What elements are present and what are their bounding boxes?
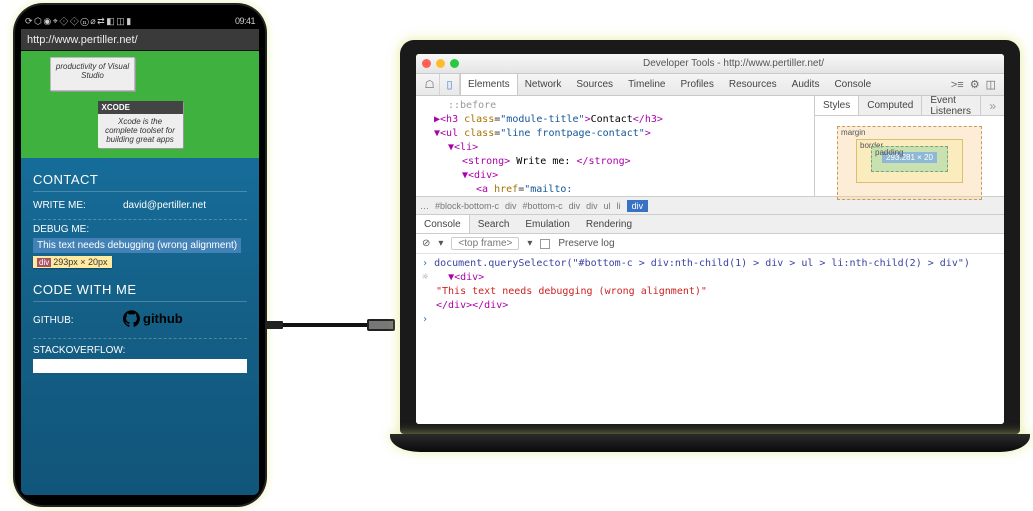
mobile-page[interactable]: productivity of Visual Studio XCODE Xcod… [21, 51, 259, 495]
console-result-text: "This text needs debugging (wrong alignm… [436, 285, 998, 299]
expand-drawer-icon[interactable]: >≡ [951, 79, 964, 91]
window-controls[interactable] [422, 59, 459, 68]
stackoverflow-label: STACKOVERFLOW: [33, 345, 123, 356]
tab-network[interactable]: Network [518, 74, 570, 95]
tab-resources[interactable]: Resources [722, 74, 785, 95]
card-text: productivity of Visual Studio [55, 62, 130, 80]
card-body: Xcode is the complete toolset for buildi… [102, 117, 179, 144]
gear-icon[interactable]: ⚙ [970, 78, 980, 91]
section-code: CODE WITH ME [33, 282, 247, 302]
devtools-tabs: Elements Network Sources Timeline Profil… [460, 74, 879, 95]
usb-cable [265, 320, 395, 330]
crumb[interactable]: div [586, 201, 598, 211]
tab-computed[interactable]: Computed [859, 96, 922, 115]
laptop-device: Developer Tools - http://www.pertiller.n… [400, 40, 1020, 452]
bm-margin-label: margin [841, 128, 865, 137]
console-toolbar: ⊘ ▾ <top frame> ▾ Preserve log [416, 234, 1004, 254]
inspect-icon[interactable]: ☖ [420, 74, 440, 95]
tab-drawer-search[interactable]: Search [470, 215, 518, 233]
bm-padding-label: padding [875, 148, 903, 157]
status-time: 09:41 [235, 13, 255, 29]
phone-device: ⟳ ⬡ ◉ ⌖ ⟐ ⟐ ⓝ ⌀ ⇄ ◧ ◫ ▮ 09:41 http://www… [15, 5, 265, 505]
window-titlebar[interactable]: Developer Tools - http://www.pertiller.n… [416, 54, 1004, 74]
crumb[interactable]: ul [604, 201, 611, 211]
debug-me-label: DEBUG ME: [33, 224, 123, 235]
github-label: GITHUB: [33, 315, 123, 326]
tab-drawer-emulation[interactable]: Emulation [517, 215, 577, 233]
filter-icon[interactable]: ▾ [438, 238, 443, 249]
preserve-log-checkbox[interactable] [540, 239, 550, 249]
crumb[interactable]: li [617, 201, 621, 211]
card-xcode[interactable]: XCODE Xcode is the complete toolset for … [98, 101, 183, 148]
section-contact: CONTACT [33, 172, 247, 192]
browser-url-bar[interactable]: http://www.pertiller.net/ [21, 29, 259, 51]
frame-dropdown-icon[interactable]: ▾ [527, 238, 532, 249]
inspected-element-highlight[interactable]: This text needs debugging (wrong alignme… [33, 238, 241, 253]
android-status-bar: ⟳ ⬡ ◉ ⌖ ⟐ ⟐ ⓝ ⌀ ⇄ ◧ ◫ ▮ 09:41 [21, 13, 259, 29]
preserve-log-label: Preserve log [558, 238, 614, 249]
clear-console-icon[interactable]: ⊘ [422, 238, 430, 249]
divider [33, 338, 247, 339]
crumb-selected[interactable]: div [627, 200, 649, 212]
devtools-window: Developer Tools - http://www.pertiller.n… [416, 54, 1004, 424]
drawer-tabs: Console Search Emulation Rendering [416, 214, 1004, 234]
dim-tag: div [37, 258, 51, 267]
crumb[interactable]: #bottom-c [523, 201, 563, 211]
tab-timeline[interactable]: Timeline [621, 74, 673, 95]
crumb[interactable]: div [569, 201, 581, 211]
github-icon [123, 310, 140, 327]
github-row: GITHUB: github [33, 310, 247, 330]
email-link[interactable]: david@pertiller.net [123, 200, 206, 211]
tab-drawer-rendering[interactable]: Rendering [578, 215, 640, 233]
styles-sidebar: Styles Computed Event Listeners » margin… [814, 96, 1004, 196]
cable-wire [283, 323, 367, 327]
phone-screen: ⟳ ⬡ ◉ ⌖ ⟐ ⟐ ⓝ ⌀ ⇄ ◧ ◫ ▮ 09:41 http://www… [21, 13, 259, 495]
tab-drawer-console[interactable]: Console [416, 215, 470, 233]
crumb[interactable]: div [505, 201, 517, 211]
tools-section: productivity of Visual Studio XCODE Xcod… [21, 51, 259, 158]
dim-value: 293px × 20px [53, 257, 107, 267]
elements-tree[interactable]: ::before ▶<h3 class="module-title">Conta… [416, 96, 814, 196]
more-icon[interactable]: » [981, 96, 1004, 115]
crumb[interactable]: … [420, 201, 429, 211]
card-visual-studio[interactable]: productivity of Visual Studio [50, 57, 135, 91]
divider [33, 219, 247, 220]
frame-selector[interactable]: <top frame> [451, 237, 519, 250]
dimension-tooltip: div293px × 20px [33, 256, 112, 268]
tab-elements[interactable]: Elements [460, 74, 518, 95]
tab-styles[interactable]: Styles [815, 96, 859, 115]
crumb[interactable]: #block-bottom-c [435, 201, 499, 211]
zoom-icon[interactable] [450, 59, 459, 68]
cable-plug-micro [265, 321, 283, 329]
devtools-main: ::before ▶<h3 class="module-title">Conta… [416, 96, 1004, 196]
dock-icon[interactable]: ◫ [986, 78, 996, 91]
devtools-toolbar: ☖ ▯ Elements Network Sources Timeline Pr… [416, 74, 1004, 96]
window-title: Developer Tools - http://www.pertiller.n… [469, 58, 998, 69]
pseudo-before[interactable]: ::before [448, 100, 496, 111]
laptop-bezel: Developer Tools - http://www.pertiller.n… [400, 40, 1020, 434]
github-text: github [143, 311, 183, 326]
tab-audits[interactable]: Audits [785, 74, 828, 95]
write-me-label: WRITE ME: [33, 200, 123, 211]
console-input[interactable]: document.querySelector("#bottom-c > div:… [434, 258, 970, 269]
laptop-base [390, 434, 1030, 452]
console-output[interactable]: › document.querySelector("#bottom-c > di… [416, 254, 1004, 424]
box-model[interactable]: margin border padding 293.281 × 20 [815, 116, 1004, 210]
minimize-icon[interactable] [436, 59, 445, 68]
contact-row-write: WRITE ME: david@pertiller.net [33, 200, 247, 211]
github-logo[interactable]: github [123, 310, 183, 327]
styles-tabs: Styles Computed Event Listeners » [815, 96, 1004, 116]
tab-profiles[interactable]: Profiles [673, 74, 721, 95]
stackoverflow-badge[interactable] [33, 359, 247, 373]
card-title: XCODE [98, 101, 183, 114]
tab-sources[interactable]: Sources [569, 74, 621, 95]
tab-console[interactable]: Console [827, 74, 879, 95]
device-mode-icon[interactable]: ▯ [440, 74, 460, 95]
contact-row-debug: DEBUG ME: This text needs debugging (wro… [33, 224, 247, 268]
cable-plug-usb-a [367, 319, 395, 331]
console-result-close: </div></div> [436, 299, 998, 313]
close-icon[interactable] [422, 59, 431, 68]
status-icons: ⟳ ⬡ ◉ ⌖ ⟐ ⟐ ⓝ ⌀ ⇄ ◧ ◫ ▮ [25, 13, 131, 29]
tab-event-listeners[interactable]: Event Listeners [922, 96, 981, 115]
